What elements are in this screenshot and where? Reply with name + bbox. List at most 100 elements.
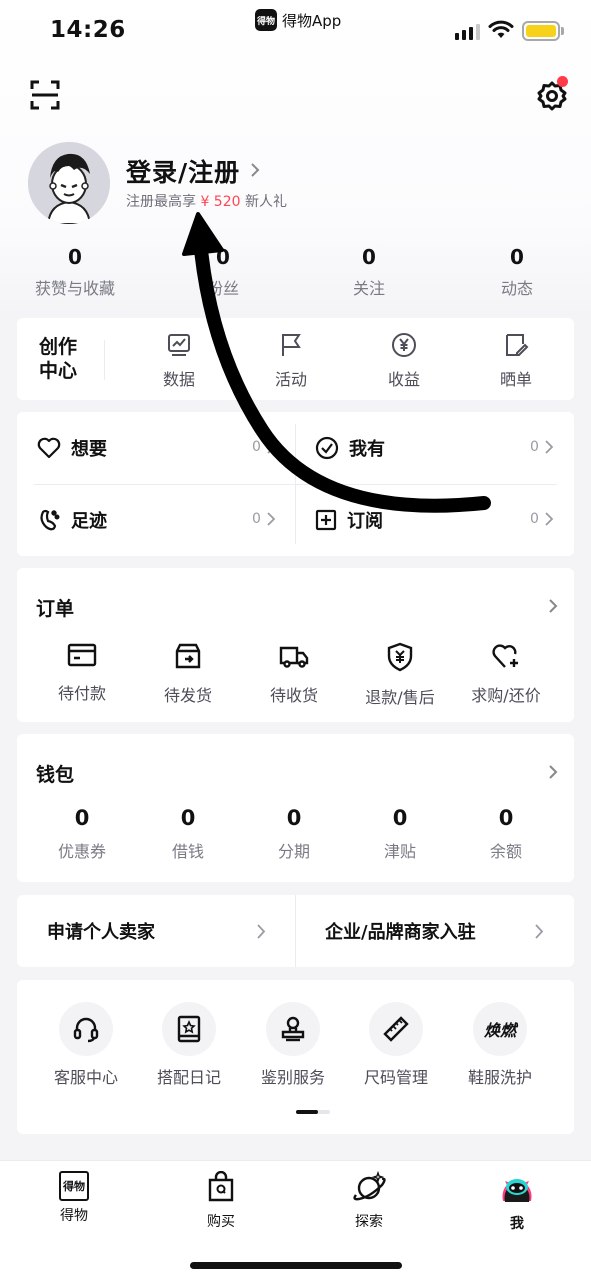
- wallet-value: 0: [392, 806, 408, 830]
- service-label: 客服中心: [53, 1068, 118, 1087]
- stat-label: 动态: [500, 279, 533, 298]
- services-pager: [296, 1110, 330, 1114]
- chevron-right-icon: [267, 512, 275, 526]
- stat-fans[interactable]: 0 粉丝: [148, 245, 298, 299]
- signup-bonus-suffix: 新人礼: [245, 194, 287, 210]
- wallet-loan[interactable]: 0 借钱: [135, 806, 241, 862]
- footprint-label: 足迹: [71, 511, 107, 532]
- cellular-signal-icon: [455, 24, 480, 40]
- yuan-icon: [392, 333, 416, 357]
- edit-icon: [506, 334, 529, 356]
- avatar-illustration-icon: [28, 142, 110, 224]
- service-size-management[interactable]: 尺码管理: [344, 1002, 448, 1088]
- subscribe-item[interactable]: 订阅 0: [315, 484, 565, 556]
- profile-stats: 0 获赞与收藏 0 粉丝 0 关注 0 动态: [0, 245, 591, 305]
- apply-personal-seller[interactable]: 申请个人卖家: [47, 895, 277, 967]
- order-item-label: 退款/售后: [365, 688, 435, 707]
- tab-buy[interactable]: 购买: [171, 1170, 271, 1231]
- chevron-right-icon: [545, 512, 553, 526]
- have-count-value: 0: [530, 439, 539, 455]
- status-bar: 14:26 得物 得物App: [0, 0, 591, 60]
- settings-button[interactable]: [534, 76, 570, 114]
- stat-label: 关注: [352, 279, 385, 298]
- chevron-right-icon[interactable]: [548, 764, 558, 780]
- want-count-value: 0: [252, 439, 261, 455]
- stat-posts[interactable]: 0 动态: [442, 245, 591, 299]
- creation-item-label: 收益: [387, 370, 420, 389]
- order-wanted-bargain[interactable]: 求购/还价: [453, 642, 559, 706]
- service-shoe-care[interactable]: 焕燃 鞋服洗护: [448, 1002, 552, 1088]
- stat-following[interactable]: 0 关注: [294, 245, 444, 299]
- dewu-logo-text: 得物: [63, 1180, 85, 1193]
- stat-value: 0: [510, 245, 524, 269]
- wash-logo-icon: 焕燃: [483, 1021, 516, 1040]
- scan-button[interactable]: [28, 78, 62, 112]
- order-pending-receipt[interactable]: 待收货: [241, 642, 347, 706]
- order-pending-shipment[interactable]: 待发货: [135, 642, 241, 706]
- tab-label: 购买: [207, 1214, 235, 1230]
- want-label: 想要: [71, 439, 107, 460]
- seller-card: 申请个人卖家 企业/品牌商家入驻: [17, 895, 574, 967]
- order-pending-payment[interactable]: 待付款: [29, 642, 135, 704]
- wallet-coupons[interactable]: 0 优惠券: [29, 806, 135, 862]
- stamp-icon: [281, 1016, 305, 1042]
- stat-likes[interactable]: 0 获赞与收藏: [0, 245, 150, 299]
- creation-item-data[interactable]: 数据: [139, 332, 219, 390]
- creation-item-label: 数据: [162, 370, 195, 389]
- service-label: 鉴别服务: [260, 1068, 325, 1087]
- wallet-installment[interactable]: 0 分期: [241, 806, 347, 862]
- creation-item-showcase[interactable]: 晒单: [476, 332, 556, 390]
- shield-yuan-icon: [387, 642, 413, 672]
- diary-icon: [177, 1015, 201, 1043]
- footprint-item[interactable]: 足迹 0: [37, 484, 293, 556]
- heart-plus-icon: [492, 644, 518, 668]
- box-icon: [175, 643, 201, 669]
- have-label: 我有: [349, 439, 385, 460]
- wallet-card: 钱包 0 优惠券 0 借钱 0 分期 0 津贴 0 余额: [17, 734, 574, 882]
- avatar[interactable]: [28, 142, 110, 224]
- status-app-indicator: 得物 得物App: [255, 9, 341, 31]
- subscribe-count-value: 0: [530, 511, 539, 527]
- creation-center-card: 创作中心 数据 活动 收益 晒单: [17, 318, 574, 400]
- orders-title[interactable]: 订单: [36, 594, 74, 621]
- tab-me[interactable]: 我: [467, 1171, 567, 1233]
- footprint-icon: [40, 509, 60, 531]
- login-register-link[interactable]: 登录/注册: [126, 153, 240, 189]
- seller-personal-label: 申请个人卖家: [47, 922, 155, 943]
- creation-item-activity[interactable]: 活动: [251, 332, 331, 390]
- status-time: 14:26: [50, 17, 126, 43]
- mascot-icon: [502, 1179, 532, 1202]
- service-authentication[interactable]: 鉴别服务: [241, 1002, 345, 1088]
- service-label: 鞋服洗护: [467, 1068, 532, 1087]
- order-item-label: 待收货: [269, 686, 318, 705]
- wallet-value: 0: [180, 806, 196, 830]
- wallet-allowance[interactable]: 0 津贴: [347, 806, 453, 862]
- tab-dewu[interactable]: 得物 得物: [24, 1171, 124, 1225]
- wifi-icon: [488, 20, 514, 38]
- tab-explore[interactable]: 探索: [319, 1170, 419, 1231]
- have-item[interactable]: 我有 0: [315, 412, 565, 484]
- chevron-right-icon: [545, 440, 553, 454]
- subscribe-label: 订阅: [347, 511, 383, 532]
- footprint-count: 0: [252, 511, 275, 527]
- heart-icon: [37, 437, 61, 459]
- wallet-title[interactable]: 钱包: [36, 760, 74, 787]
- collections-card: 想要 0 我有 0 足迹 0 订阅 0: [17, 412, 574, 556]
- want-item[interactable]: 想要 0: [37, 412, 293, 484]
- dewu-app-icon: 得物: [255, 9, 277, 31]
- apply-business-seller[interactable]: 企业/品牌商家入驻: [325, 895, 555, 967]
- service-customer-center[interactable]: 客服中心: [34, 1002, 138, 1088]
- headset-icon: [73, 1017, 99, 1043]
- wallet-label: 借钱: [171, 842, 204, 861]
- creation-item-earnings[interactable]: 收益: [364, 332, 444, 390]
- check-circle-icon: [315, 436, 339, 460]
- wallet-label: 津贴: [383, 842, 416, 861]
- chevron-right-icon[interactable]: [548, 598, 558, 614]
- stat-label: 粉丝: [206, 279, 239, 298]
- service-outfit-diary[interactable]: 搭配日记: [137, 1002, 241, 1088]
- battery-icon: [522, 21, 560, 41]
- wallet-balance[interactable]: 0 余额: [453, 806, 559, 862]
- order-refund[interactable]: 退款/售后: [347, 642, 453, 708]
- notification-dot: [557, 76, 568, 87]
- creation-center-title[interactable]: 创作中心: [39, 335, 83, 383]
